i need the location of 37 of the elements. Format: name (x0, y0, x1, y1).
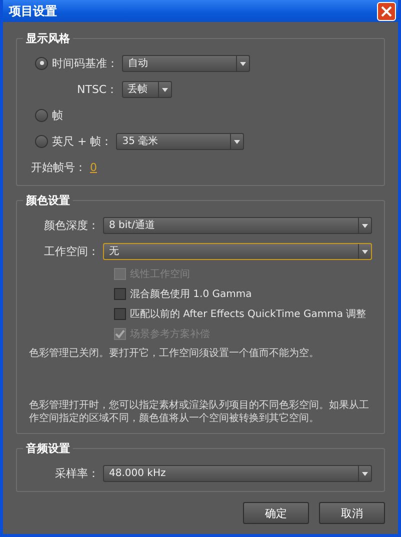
caret-icon (358, 244, 371, 258)
field-label: 开始帧号： (31, 160, 86, 174)
caret-icon (158, 82, 171, 96)
field-label: 采样率： (54, 466, 99, 480)
option-label: 英尺 + 帧： (52, 134, 112, 148)
dropdown[interactable]: 48.000 kHz (103, 464, 372, 482)
info-text: 色彩管理打开时，您可以指定素材或渲染队列项目的不同色彩空间。如果从工作空间指定的区域不同，颜色值将从一个空间被转换到其它空间。 (29, 399, 370, 425)
field-label: 颜色深度： (43, 218, 99, 232)
dropdown[interactable]: 无 (103, 242, 372, 260)
field-label: NTSC： (77, 82, 118, 96)
group-title: 颜色设置 (23, 193, 73, 208)
window-title: 项目设置 (9, 2, 57, 20)
radio-button[interactable] (35, 56, 48, 70)
dropdown[interactable]: 35 毫米 (116, 132, 244, 150)
checkbox[interactable] (114, 288, 126, 300)
start-frame-link[interactable]: 0 (90, 160, 97, 174)
close-button[interactable] (377, 2, 396, 20)
option-label: 帧 (52, 108, 63, 122)
radio-button[interactable] (35, 134, 48, 148)
close-icon (381, 6, 392, 16)
dropdown[interactable]: 自动 (122, 54, 250, 72)
dropdown[interactable]: 丢帧 (122, 80, 172, 98)
caret-icon (358, 218, 371, 232)
checkbox[interactable] (114, 308, 126, 320)
group-title: 音频设置 (23, 441, 73, 456)
caret-icon (236, 56, 249, 70)
group-title: 显示风格 (23, 31, 73, 46)
info-text: 色彩管理已关闭。要打开它，工作空间须设置一个值而不能为空。 (29, 347, 320, 360)
checkbox-label: 混合颜色使用 1.0 Gamma (130, 288, 252, 301)
option-label: 时间码基准： (52, 56, 118, 70)
field-label: 工作空间： (43, 244, 99, 258)
dropdown[interactable]: 8 bit/通道 (103, 216, 372, 234)
dialog-button[interactable]: 取消 (319, 502, 385, 524)
caret-icon (358, 466, 371, 480)
dialog-button[interactable]: 确定 (243, 502, 309, 524)
radio-button[interactable] (35, 108, 48, 122)
checkbox-label: 匹配以前的 After Effects QuickTime Gamma 调整 (130, 308, 366, 321)
